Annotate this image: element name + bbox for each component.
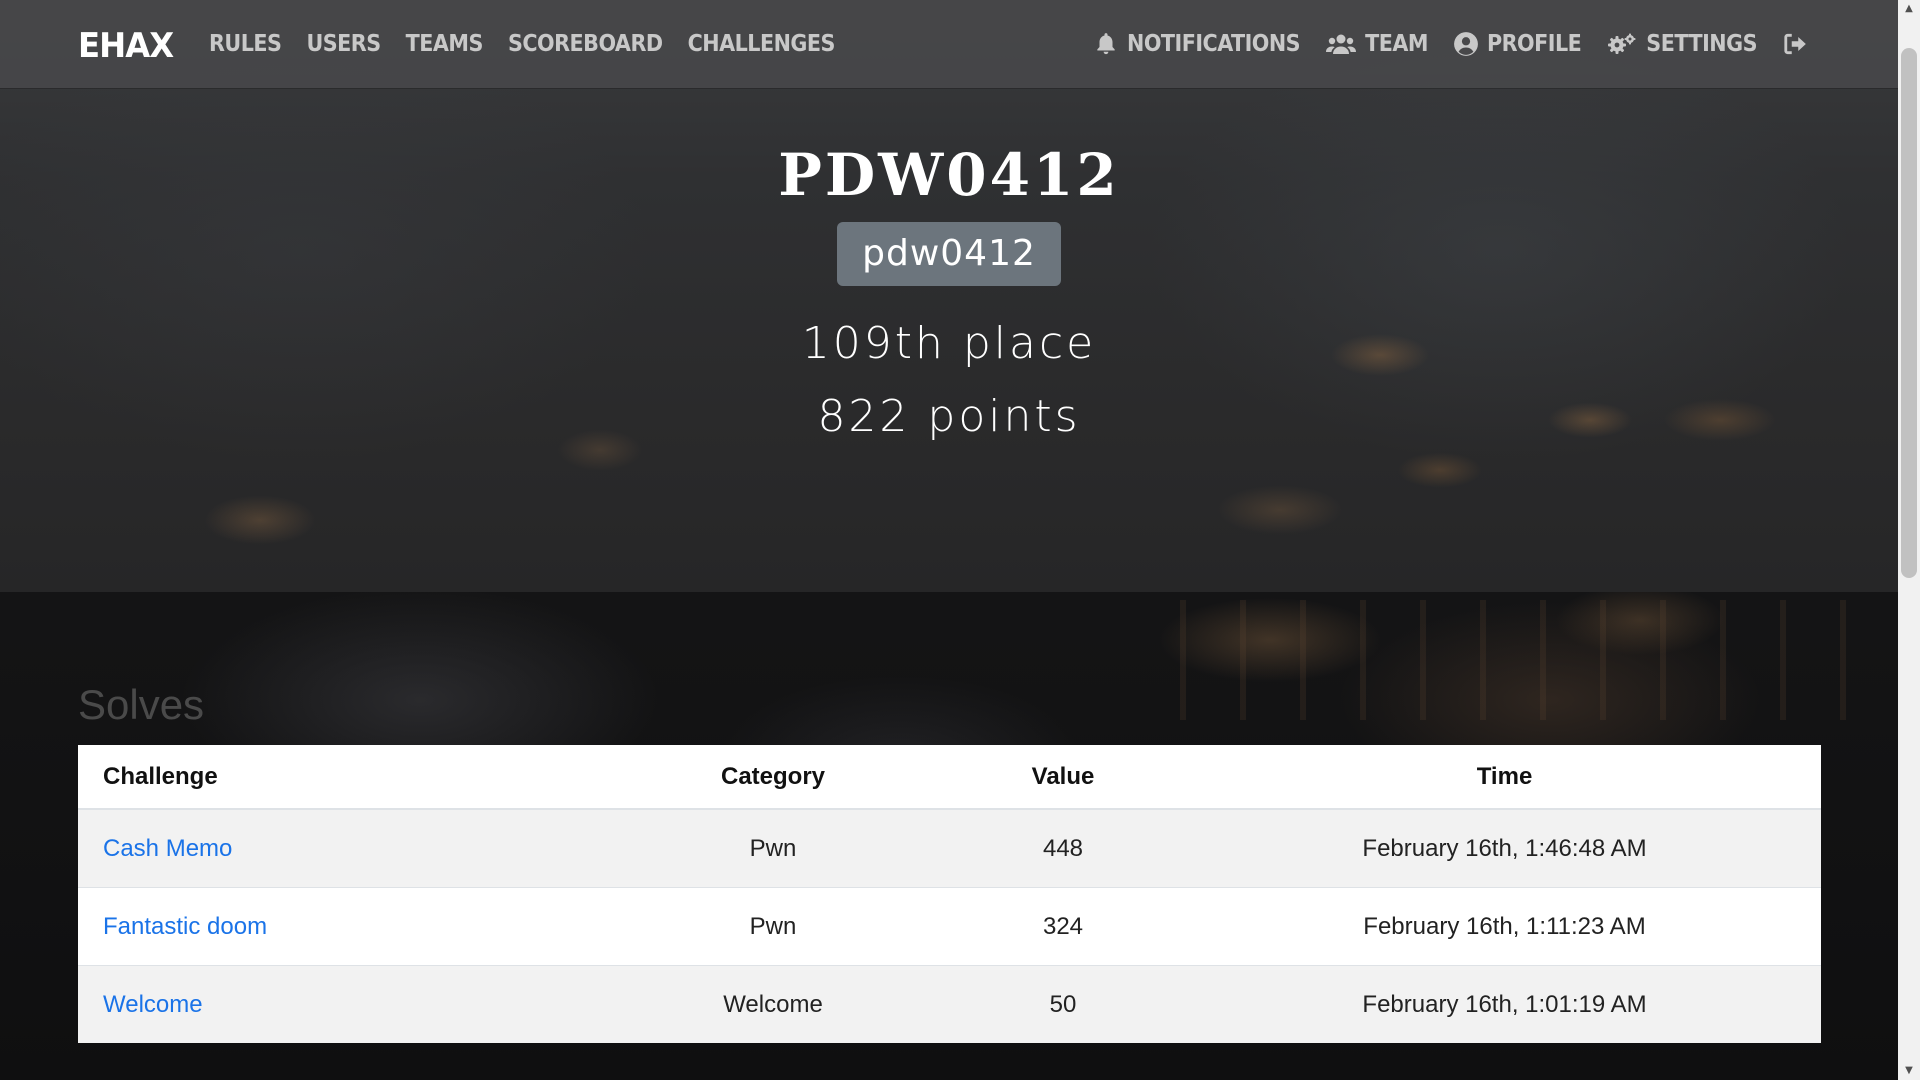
column-header-challenge: Challenge [78,745,608,810]
challenge-link[interactable]: Welcome [103,991,203,1018]
table-row: Welcome Welcome 50 February 16th, 1:01:1… [78,965,1821,1043]
site-logo[interactable]: EHAX [78,26,174,66]
nav-right: NOTIFICATIONS TEAM PROFILE SETTINGS [1068,0,1808,88]
value-cell: 50 [938,965,1188,1043]
users-icon [1325,31,1357,57]
navbar: EHAX RULES USERS TEAMS SCOREBOARD CHALLE… [0,0,1898,88]
user-badge: pdw0412 [837,222,1061,286]
category-cell: Welcome [608,965,938,1043]
column-header-category: Category [608,745,938,810]
page-scrollbar[interactable]: ▲ ▼ [1898,0,1920,1080]
user-name: PDW0412 [778,141,1120,209]
scrollbar-thumb[interactable] [1901,48,1917,578]
category-cell: Pwn [608,887,938,966]
category-cell: Pwn [608,808,938,888]
sign-out-icon [1782,31,1808,57]
column-header-value: Value [938,745,1188,810]
nav-profile-label: PROFILE [1486,31,1582,57]
time-cell: February 16th, 1:46:48 AM [1188,808,1821,888]
nav-scoreboard-link[interactable]: SCOREBOARD [508,31,663,57]
nav-notifications-link[interactable]: NOTIFICATIONS [1093,31,1301,57]
nav-profile-link[interactable]: PROFILE [1453,31,1582,57]
value-cell: 448 [938,808,1188,888]
nav-challenges-link[interactable]: CHALLENGES [688,31,836,57]
nav-settings-link[interactable]: SETTINGS [1606,31,1757,57]
user-place: 109th place [801,318,1097,369]
cogs-icon [1606,31,1638,57]
table-row: Cash Memo Pwn 448 February 16th, 1:46:48… [78,808,1821,888]
scroll-up-arrow-icon[interactable]: ▲ [1898,0,1920,18]
nav-settings-label: SETTINGS [1646,31,1757,57]
column-header-time: Time [1188,745,1821,810]
time-cell: February 16th, 1:01:19 AM [1188,965,1821,1043]
bell-icon [1093,31,1119,57]
profile-header: PDW0412 pdw0412 109th place 822 points [0,0,1898,592]
nav-rules-link[interactable]: RULES [209,31,282,57]
scroll-down-arrow-icon[interactable]: ▼ [1898,1062,1920,1080]
nav-team-link[interactable]: TEAM [1325,31,1428,57]
table-row: Fantastic doom Pwn 324 February 16th, 1:… [78,887,1821,966]
nav-users-link[interactable]: USERS [306,31,381,57]
challenge-link[interactable]: Fantastic doom [103,913,267,940]
nav-notifications-label: NOTIFICATIONS [1127,31,1301,57]
nav-team-label: TEAM [1365,31,1428,57]
user-points: 822 points [817,391,1081,442]
time-cell: February 16th, 1:11:23 AM [1188,887,1821,966]
solves-title: Solves [78,681,205,728]
nav-left: RULES USERS TEAMS SCOREBOARD CHALLENGES [209,0,860,88]
table-header-row: Challenge Category Value Time [78,745,1821,810]
nav-teams-link[interactable]: TEAMS [406,31,484,57]
challenge-link[interactable]: Cash Memo [103,835,232,862]
solves-table: Challenge Category Value Time Cash Memo … [78,745,1821,1043]
user-circle-icon [1453,31,1479,57]
nav-logout-link[interactable] [1782,31,1808,57]
value-cell: 324 [938,887,1188,966]
